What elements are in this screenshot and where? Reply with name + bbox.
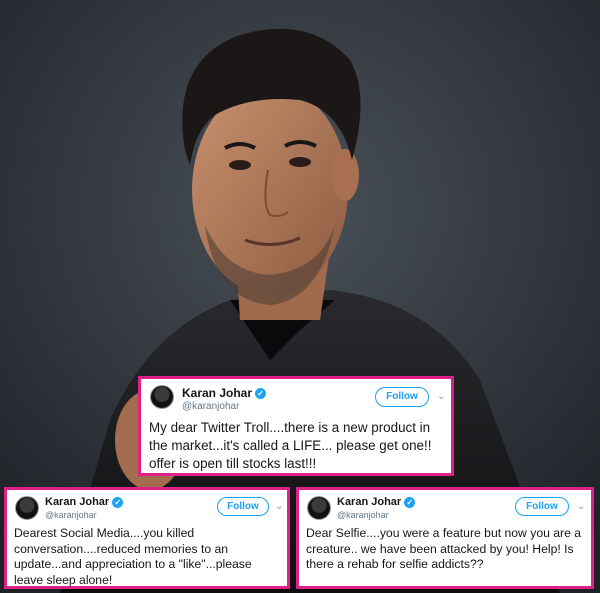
follow-button[interactable]: Follow [217,497,269,516]
tweet-text: Dear Selfie....you were a feature but no… [306,526,582,571]
chevron-down-icon[interactable]: ⌄ [275,501,283,512]
author-name[interactable]: Karan Johar ✓ [337,496,416,508]
avatar[interactable] [307,496,331,520]
follow-button[interactable]: Follow [515,497,569,516]
chevron-down-icon[interactable]: ⌄ [577,501,585,512]
verified-badge-icon: ✓ [255,388,267,400]
tweet-header: Karan Johar ✓ @karanjohar Follow ⌄ [141,379,451,413]
avatar[interactable] [15,496,39,520]
tweet-text: My dear Twitter Troll....there is a new … [149,420,432,471]
tweet-header: Karan Johar ✓ @karanjohar Follow ⌄ [299,490,591,524]
chevron-down-icon[interactable]: ⌄ [437,391,445,402]
follow-button[interactable]: Follow [375,387,429,407]
tweet-card: Karan Johar ✓ @karanjohar Follow ⌄ Deares… [4,487,290,589]
author-name[interactable]: Karan Johar ✓ [45,496,124,508]
author-name[interactable]: Karan Johar ✓ [182,386,267,400]
tweet-card: Karan Johar ✓ @karanjohar Follow ⌄ Dear S… [296,487,594,589]
author-handle[interactable]: @karanjohar [337,510,389,520]
tweet-header: Karan Johar ✓ @karanjohar Follow ⌄ [7,490,287,524]
verified-badge-icon: ✓ [404,496,416,508]
tweet-card: Karan Johar ✓ @karanjohar Follow ⌄ My dea… [138,376,454,476]
tweet-text: Dearest Social Media....you killed conve… [14,526,252,587]
verified-badge-icon: ✓ [112,496,124,508]
author-handle[interactable]: @karanjohar [45,510,97,520]
author-handle[interactable]: @karanjohar [182,401,239,412]
avatar[interactable] [150,385,174,409]
